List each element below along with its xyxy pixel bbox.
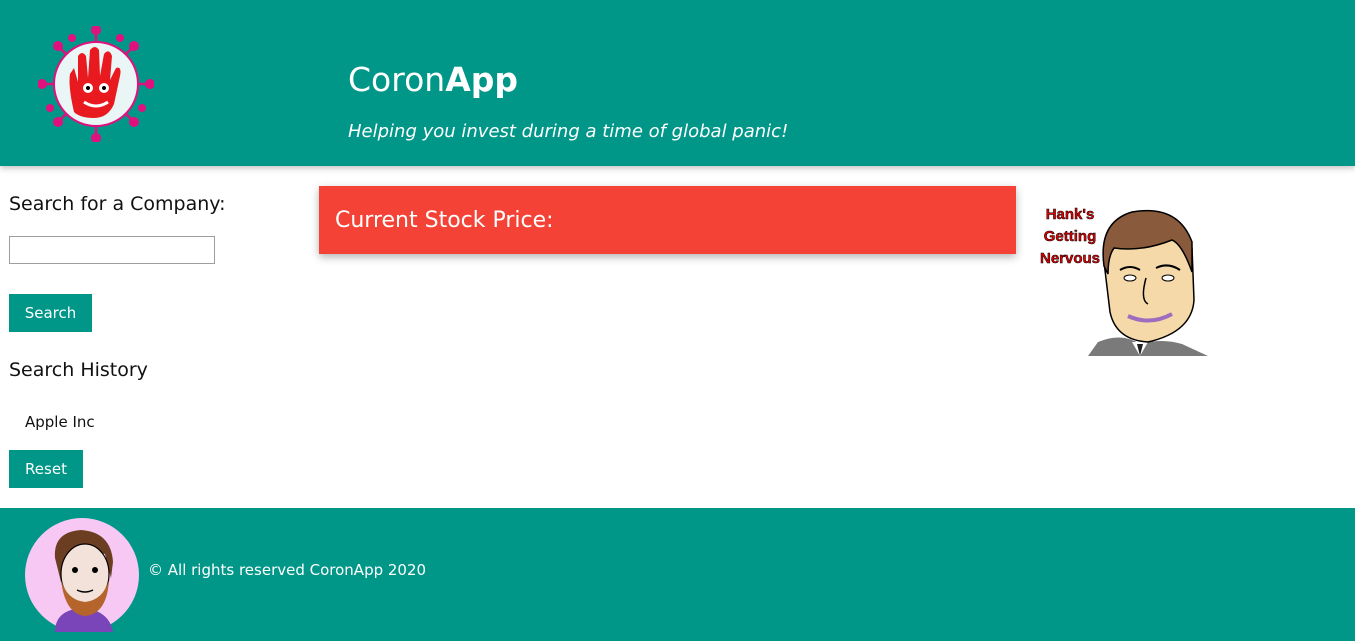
search-button[interactable]: Search <box>9 294 92 332</box>
author-avatar-icon <box>25 518 139 632</box>
stock-price-card: Current Stock Price: <box>319 186 1016 254</box>
footer: © All rights reserved CoronApp 2020 <box>0 508 1355 641</box>
reset-button[interactable]: Reset <box>9 450 83 488</box>
search-label: Search for a Company: <box>9 193 226 215</box>
header: CoronApp Helping you invest during a tim… <box>0 0 1355 166</box>
app-title: CoronApp <box>348 60 518 99</box>
search-history-title: Search History <box>9 359 148 381</box>
history-item-apple[interactable]: Apple Inc <box>25 411 95 433</box>
app-tagline: Helping you invest during a time of glob… <box>348 121 789 142</box>
hank-caption-line-3: Nervous <box>1040 250 1100 267</box>
hank-caption-line-1: Hank's <box>1046 206 1095 223</box>
company-search-input[interactable] <box>9 236 215 264</box>
footer-copyright: © All rights reserved CoronApp 2020 <box>148 561 427 579</box>
hank-caption-line-2: Getting <box>1044 228 1097 245</box>
hank-cartoon-image: Hank's Getting Nervous <box>1032 182 1208 356</box>
virus-hand-logo-icon <box>38 26 154 142</box>
stock-price-label: Current Stock Price: <box>335 208 554 233</box>
